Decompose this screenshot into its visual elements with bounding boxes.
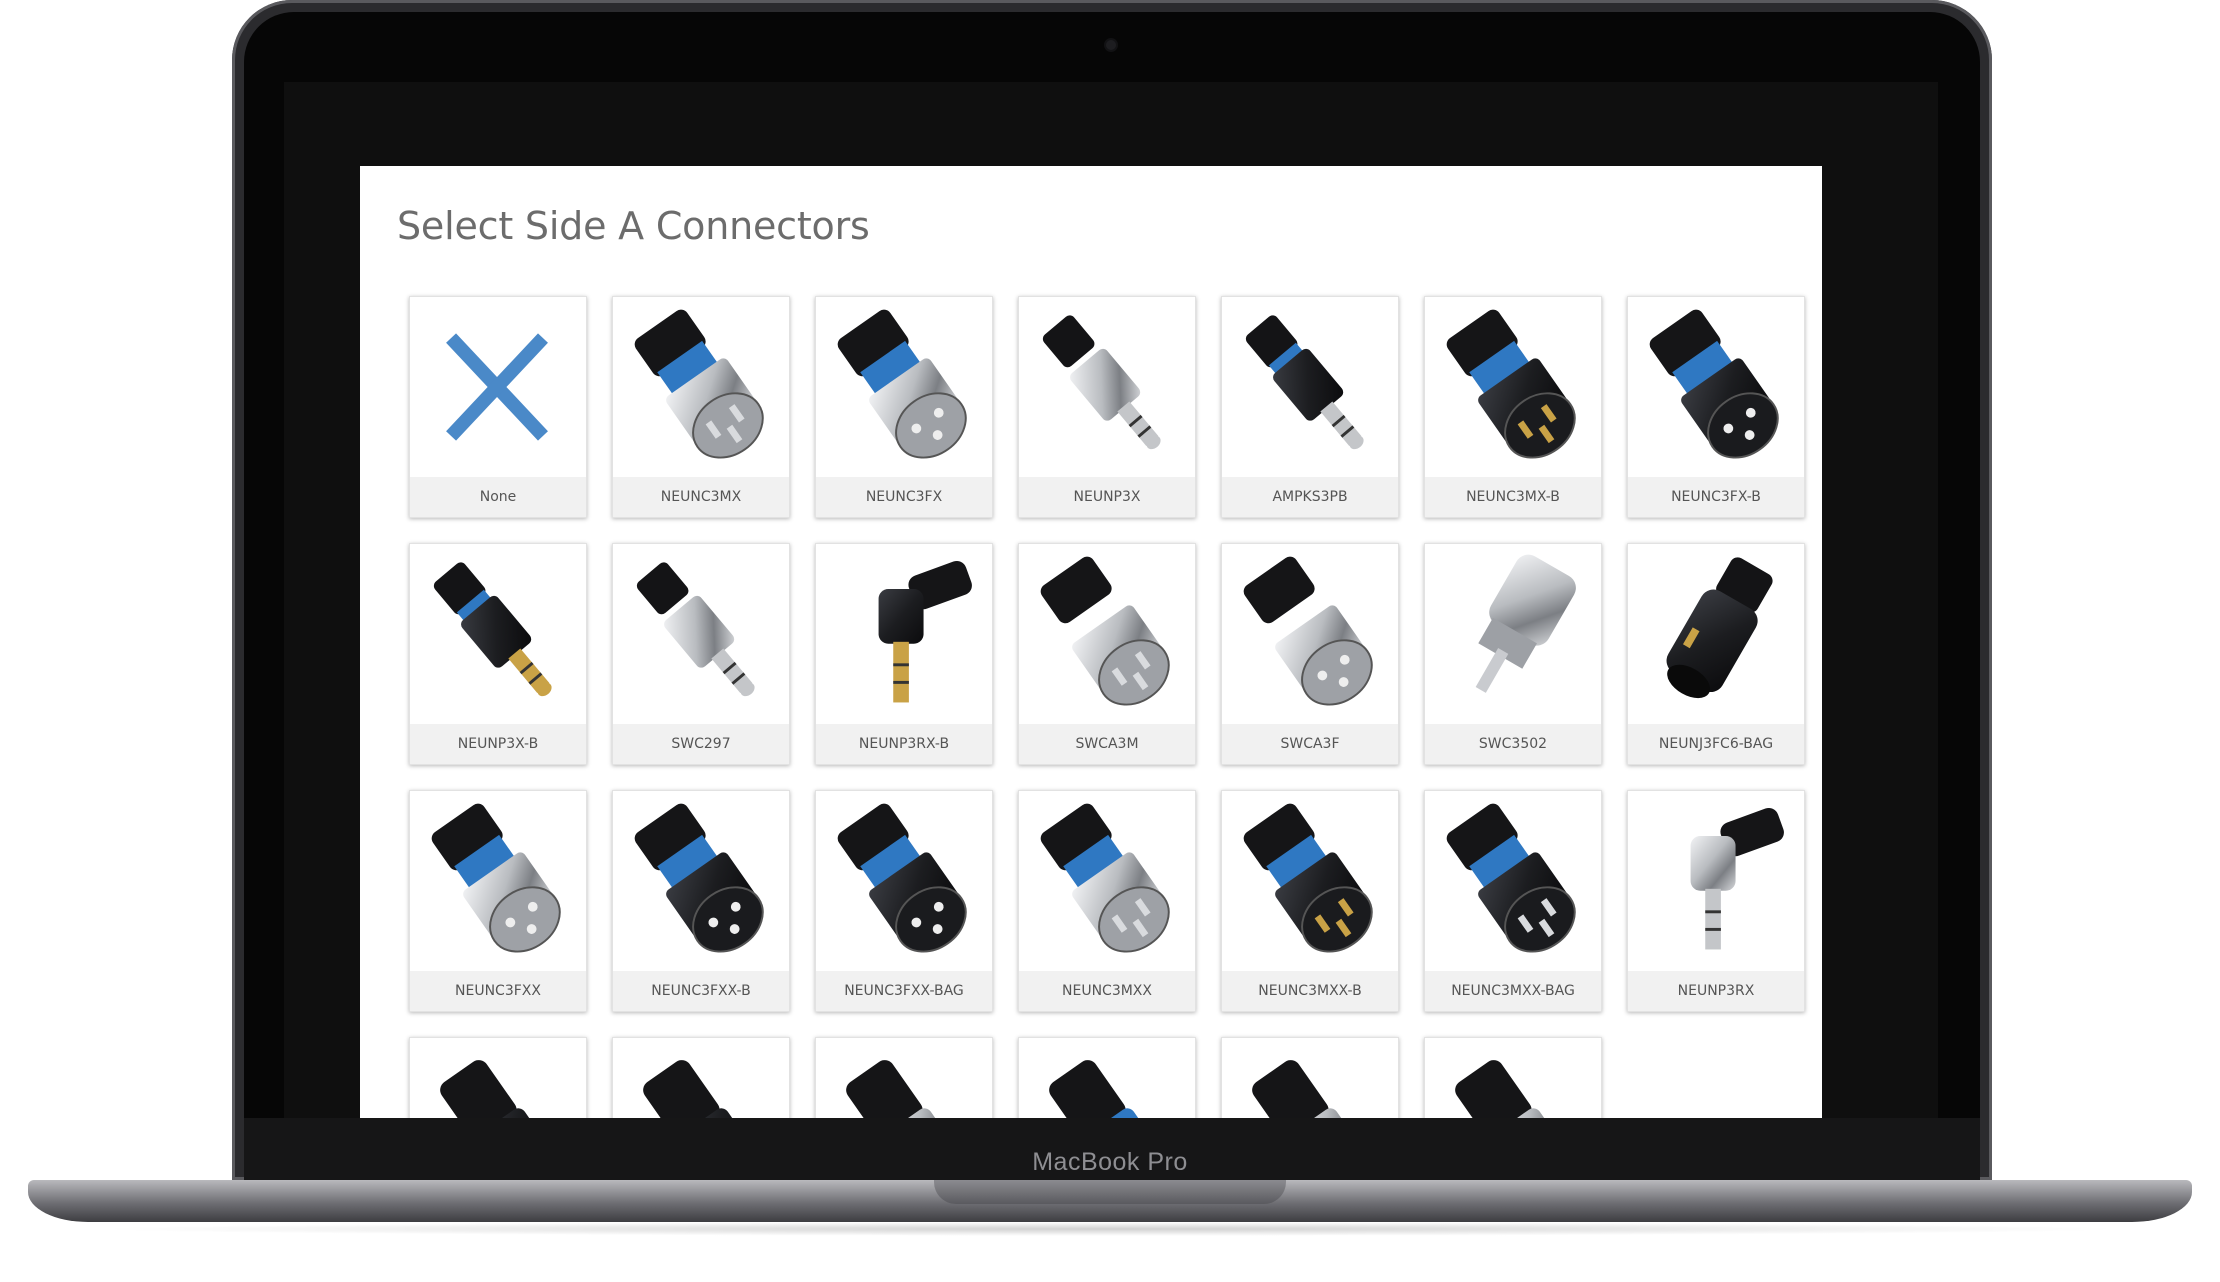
- connector-label: NEUNP3RX: [1628, 971, 1804, 1011]
- trs-right-angle-chrome-icon: [1628, 791, 1804, 971]
- connector-card[interactable]: NEUNP3X: [1018, 296, 1196, 518]
- connector-label: NEUNC3MXX-B: [1222, 971, 1398, 1011]
- connector-card[interactable]: SWCA3F: [1221, 543, 1399, 765]
- connector-label: NEUNC3MX-B: [1425, 477, 1601, 517]
- connector-black-icon: [410, 1038, 586, 1118]
- page-title: Select Side A Connectors: [397, 204, 870, 248]
- connector-card[interactable]: NEUNC3MXX-BAG: [1424, 790, 1602, 1012]
- trs-jack-black-icon: [1628, 544, 1804, 724]
- connector-card[interactable]: NEUNP3RX: [1627, 790, 1805, 1012]
- xlr-male-black-gold-icon: [1222, 791, 1398, 971]
- connector-card[interactable]: [1018, 1037, 1196, 1118]
- connector-label: NEUNP3X-B: [410, 724, 586, 764]
- xlr-female-black-icon: [613, 791, 789, 971]
- connector-card[interactable]: NEUNC3MXX-B: [1221, 790, 1399, 1012]
- connector-card[interactable]: NEUNP3RX-B: [815, 543, 993, 765]
- xlr-female-black-icon: [1628, 297, 1804, 477]
- connector-label: AMPKS3PB: [1222, 477, 1398, 517]
- xlr-female-chrome-icon: [816, 297, 992, 477]
- xlr-male-metal-icon: [1019, 544, 1195, 724]
- connector-card[interactable]: NEUNP3X-B: [409, 543, 587, 765]
- connector-black-icon: [613, 1038, 789, 1118]
- camera-icon: [1106, 40, 1116, 50]
- connector-chrome-icon: [816, 1038, 992, 1118]
- none-x-icon: [410, 297, 586, 477]
- device-brand-label: MacBook Pro: [1032, 1148, 1188, 1176]
- trs-plug-slim-icon: [613, 544, 789, 724]
- connector-card[interactable]: [612, 1037, 790, 1118]
- connector-label: SWC297: [613, 724, 789, 764]
- laptop-base-notch: [934, 1180, 1286, 1204]
- connector-label: NEUNC3FXX: [410, 971, 586, 1011]
- connector-card[interactable]: NEUNC3FXX-BAG: [815, 790, 993, 1012]
- connector-label: NEUNC3FX: [816, 477, 992, 517]
- xlr-female-chrome-icon: [410, 791, 586, 971]
- xlr-male-chrome-icon: [613, 297, 789, 477]
- connector-label: NEUNC3FX-B: [1628, 477, 1804, 517]
- connector-card[interactable]: [409, 1037, 587, 1118]
- connector-card[interactable]: [1424, 1037, 1602, 1118]
- connector-label: NEUNC3MXX: [1019, 971, 1195, 1011]
- connector-card[interactable]: NEUNC3FXX: [409, 790, 587, 1012]
- connector-card[interactable]: SWCA3M: [1018, 543, 1196, 765]
- connector-card[interactable]: [1221, 1037, 1399, 1118]
- connector-card[interactable]: NEUNC3MXX: [1018, 790, 1196, 1012]
- connector-blue-icon: [1019, 1038, 1195, 1118]
- trs-plug-black-gold-icon: [410, 544, 586, 724]
- connector-chrome-icon: [1222, 1038, 1398, 1118]
- connector-card[interactable]: NEUNC3FX-B: [1627, 296, 1805, 518]
- laptop-screen: Select Side A Connectors None NEUNC3MX N…: [284, 82, 1938, 1118]
- connector-label: NEUNC3MX: [613, 477, 789, 517]
- connector-label: NEUNP3X: [1019, 477, 1195, 517]
- connector-card[interactable]: SWC3502: [1424, 543, 1602, 765]
- connector-label: NEUNC3MXX-BAG: [1425, 971, 1601, 1011]
- connector-card[interactable]: [815, 1037, 993, 1118]
- connector-card[interactable]: SWC297: [612, 543, 790, 765]
- connector-label: NEUNJ3FC6-BAG: [1628, 724, 1804, 764]
- connector-label: NEUNC3FXX-B: [613, 971, 789, 1011]
- connector-card[interactable]: NEUNC3FX: [815, 296, 993, 518]
- connector-card[interactable]: None: [409, 296, 587, 518]
- rca-plug-metal-icon: [1425, 544, 1601, 724]
- connector-label: SWCA3F: [1222, 724, 1398, 764]
- connector-picker-panel: Select Side A Connectors None NEUNC3MX N…: [360, 166, 1822, 1118]
- trs-right-angle-black-icon: [816, 544, 992, 724]
- connector-label: SWCA3M: [1019, 724, 1195, 764]
- laptop-shadow: [90, 1222, 2130, 1236]
- xlr-female-metal-icon: [1222, 544, 1398, 724]
- xlr-male-black-icon: [1425, 791, 1601, 971]
- connector-label: NEUNP3RX-B: [816, 724, 992, 764]
- connector-card[interactable]: NEUNC3MX-B: [1424, 296, 1602, 518]
- connector-card[interactable]: NEUNC3FXX-B: [612, 790, 790, 1012]
- xlr-male-black-gold-icon: [1425, 297, 1601, 477]
- trs-plug-chrome-icon: [1019, 297, 1195, 477]
- connector-card[interactable]: AMPKS3PB: [1221, 296, 1399, 518]
- connector-right-angle-icon: [1425, 1038, 1601, 1118]
- connector-label: None: [410, 477, 586, 517]
- connector-label: SWC3502: [1425, 724, 1601, 764]
- connector-grid: None NEUNC3MX NEUNC3FX NEUNP3X AMPKS3PB …: [409, 296, 1822, 1118]
- xlr-male-chrome-icon: [1019, 791, 1195, 971]
- connector-card[interactable]: NEUNC3MX: [612, 296, 790, 518]
- mini-jack-black-icon: [1222, 297, 1398, 477]
- xlr-female-black-icon: [816, 791, 992, 971]
- connector-card[interactable]: NEUNJ3FC6-BAG: [1627, 543, 1805, 765]
- connector-label: NEUNC3FXX-BAG: [816, 971, 992, 1011]
